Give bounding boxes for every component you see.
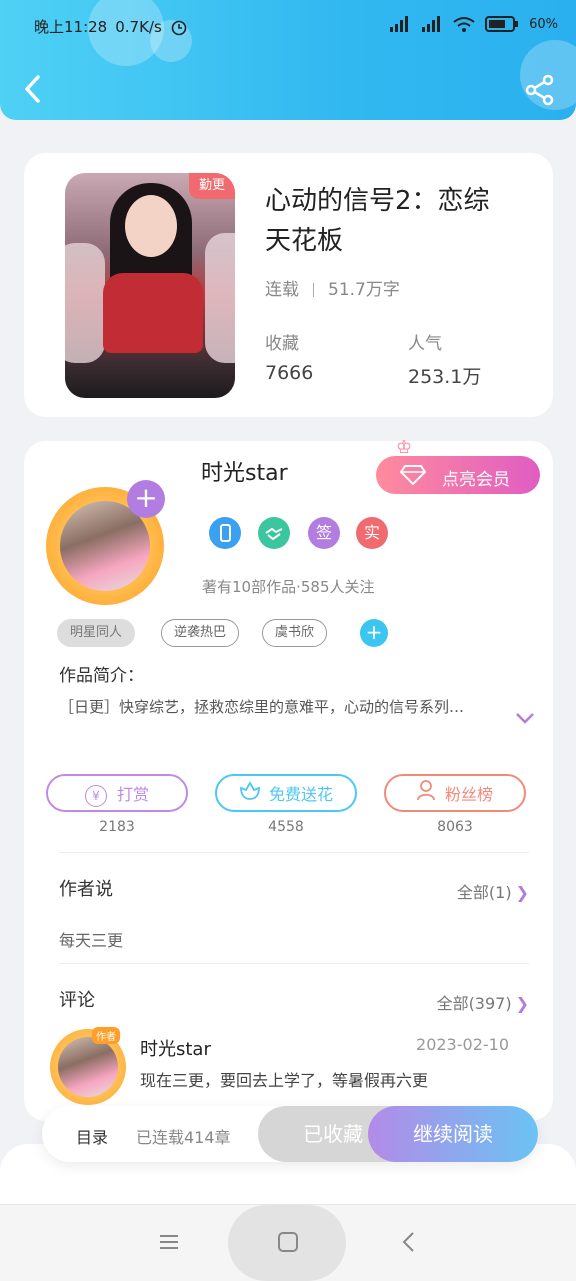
flower-count: 4558 bbox=[268, 819, 304, 835]
book-cover[interactable] bbox=[65, 173, 235, 398]
divider bbox=[59, 852, 529, 853]
popularity-stat: 人气 253.1万 bbox=[408, 329, 481, 389]
author-tag[interactable]: 逆袭热巴 bbox=[161, 619, 240, 647]
comments-all-link[interactable]: 全部(397) ❯ bbox=[437, 990, 529, 1014]
comments-all-label: 全部(397) bbox=[436, 994, 512, 1013]
comment-author[interactable]: 时光star bbox=[140, 1035, 211, 1061]
author-say-all-label: 全部(1) bbox=[456, 883, 512, 902]
vip-button-label: 点亮会员 bbox=[442, 470, 510, 490]
author-card: + 时光star ♔ 点亮会员 签 实 著有10部作品·585人关注 明星同人 … bbox=[24, 437, 553, 1121]
chevron-right-icon: ❯ bbox=[515, 994, 529, 1013]
handshake-icon bbox=[265, 527, 283, 541]
book-status: 连载 bbox=[265, 280, 299, 300]
comments-title: 评论 bbox=[59, 990, 95, 1011]
fan-rank-label: 粉丝榜 bbox=[444, 785, 493, 804]
tip-count: 2183 bbox=[99, 819, 135, 835]
signal-icon bbox=[390, 16, 409, 32]
alarm-icon bbox=[171, 20, 187, 35]
author-say-text: 每天三更 bbox=[59, 931, 124, 950]
phone-icon bbox=[220, 524, 231, 542]
book-title: 心动的信号2：恋综天花板 bbox=[265, 186, 490, 256]
reading-action-bar: 目录 已连载414章 已收藏 继续阅读 bbox=[42, 1106, 538, 1162]
popularity-label: 人气 bbox=[408, 334, 442, 354]
crown-icon: ♔ bbox=[396, 437, 413, 458]
continue-reading-button[interactable]: 继续阅读 bbox=[368, 1106, 538, 1162]
home-icon[interactable] bbox=[273, 1227, 303, 1257]
verified-badge[interactable]: 实 bbox=[356, 517, 388, 549]
fan-count: 8063 bbox=[437, 819, 473, 835]
follow-plus-icon[interactable]: + bbox=[127, 480, 165, 518]
send-flower-button[interactable]: 免费送花 bbox=[215, 774, 357, 812]
vip-button[interactable]: 点亮会员 bbox=[376, 456, 540, 494]
author-say-title: 作者说 bbox=[59, 879, 113, 900]
battery-percent: 60% bbox=[529, 16, 558, 32]
chapter-count[interactable]: 已连载414章 bbox=[136, 1124, 231, 1148]
diamond-icon bbox=[400, 465, 426, 485]
tip-label: 打赏 bbox=[116, 785, 149, 804]
handshake-badge[interactable] bbox=[258, 517, 290, 549]
divider bbox=[59, 963, 529, 964]
wifi-icon bbox=[453, 17, 475, 32]
back-icon[interactable] bbox=[18, 72, 50, 106]
chevron-down-icon[interactable] bbox=[515, 711, 535, 725]
popularity-value: 253.1万 bbox=[408, 366, 482, 388]
author-say-all-link[interactable]: 全部(1) ❯ bbox=[457, 879, 529, 903]
add-tag-button[interactable]: + bbox=[360, 619, 388, 647]
person-icon bbox=[417, 777, 437, 815]
favorites-stat: 收藏 7666 bbox=[265, 329, 313, 384]
share-icon[interactable] bbox=[524, 74, 556, 106]
battery-icon bbox=[485, 16, 519, 32]
author-stats: 著有10部作品·585人关注 bbox=[202, 578, 375, 596]
status-speed: 0.7K/s bbox=[115, 17, 162, 36]
comment-text: 现在三更，要回去上学了，等暑假再六更 bbox=[140, 1071, 429, 1090]
favorites-value: 7666 bbox=[265, 362, 314, 384]
tip-button[interactable]: ¥ 打赏 bbox=[46, 774, 188, 812]
header: 晚上11:28 0.7K/s 60% bbox=[0, 0, 576, 120]
book-word-count: 51.7万字 bbox=[328, 280, 400, 300]
flower-icon bbox=[239, 777, 261, 815]
signal-hd-icon bbox=[422, 16, 441, 32]
avatar bbox=[58, 1037, 118, 1097]
update-badge: 勤更 bbox=[189, 173, 235, 199]
sign-badge[interactable]: 签 bbox=[308, 517, 340, 549]
intro-text: ［日更］快穿综艺，拯救恋综里的意难平，心动的信号系列… bbox=[59, 698, 465, 716]
comment-avatar[interactable]: 作者 bbox=[50, 1027, 126, 1105]
system-nav-bar bbox=[0, 1204, 576, 1281]
chevron-right-icon: ❯ bbox=[515, 883, 529, 902]
favorites-label: 收藏 bbox=[265, 334, 299, 354]
toc-button[interactable]: 目录 bbox=[76, 1124, 108, 1148]
menu-icon[interactable] bbox=[154, 1227, 184, 1257]
yen-icon: ¥ bbox=[84, 784, 107, 807]
back-nav-icon[interactable] bbox=[394, 1227, 424, 1257]
author-name[interactable]: 时光star bbox=[201, 455, 288, 487]
author-tag[interactable]: 明星同人 bbox=[57, 619, 136, 647]
comment-date: 2023-02-10 bbox=[416, 1035, 509, 1054]
author-tag[interactable]: 虞书欣 bbox=[262, 619, 328, 647]
author-tag-badge: 作者 bbox=[92, 1027, 120, 1044]
book-info-card: 勤更 心动的信号2：恋综天花板 连载 51.7万字 收藏 7666 人气 253.… bbox=[24, 153, 553, 417]
send-flower-label: 免费送花 bbox=[268, 785, 333, 804]
book-meta: 连载 51.7万字 bbox=[265, 275, 400, 300]
phone-badge[interactable] bbox=[209, 517, 241, 549]
status-time: 晚上11:28 bbox=[34, 18, 108, 36]
intro-title: 作品简介： bbox=[59, 666, 144, 686]
status-bar: 晚上11:28 0.7K/s 60% bbox=[0, 0, 576, 56]
fan-rank-button[interactable]: 粉丝榜 bbox=[384, 774, 526, 812]
